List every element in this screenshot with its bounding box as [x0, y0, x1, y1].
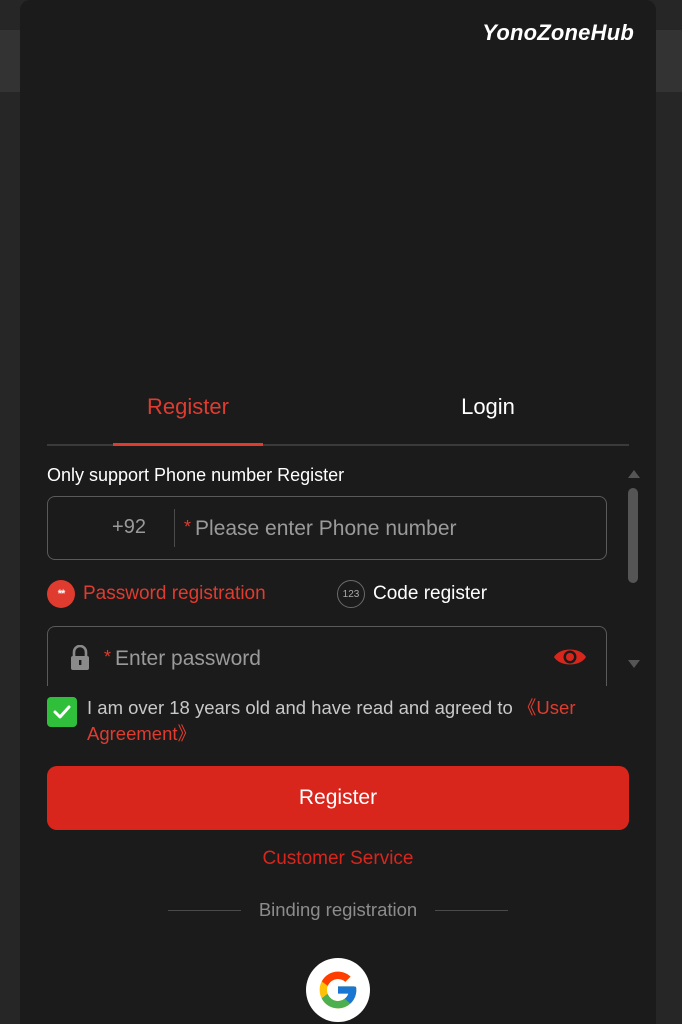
agreement-statement: I am over 18 years old and have read and…	[87, 697, 518, 718]
binding-registration-label: Binding registration	[258, 899, 418, 920]
required-mark: *	[104, 647, 112, 667]
eye-icon[interactable]	[552, 645, 588, 674]
password-registration-label: Password registration	[83, 583, 266, 604]
form-scrollbar[interactable]	[626, 470, 640, 670]
active-tab-indicator	[113, 443, 263, 446]
code-register-option[interactable]: 123 Code register	[337, 578, 487, 610]
country-code-selector[interactable]: +92	[48, 497, 174, 559]
google-icon	[319, 971, 357, 1009]
divider-line	[435, 909, 508, 911]
watermark: YonoZoneHub	[482, 20, 634, 45]
tab-login[interactable]: Login	[413, 380, 563, 444]
password-badge-icon: **	[47, 580, 75, 608]
required-mark: *	[184, 517, 192, 537]
registration-mode-row: ** Password registration 123 Code regist…	[47, 578, 607, 610]
agreement-checkbox[interactable]	[47, 697, 77, 727]
phone-input-wrap: *	[184, 497, 596, 559]
password-field: *	[47, 626, 607, 686]
field-divider	[174, 509, 175, 547]
phone-field: +92 *	[47, 496, 607, 560]
tab-register[interactable]: Register	[113, 380, 263, 444]
scroll-thumb[interactable]	[628, 488, 638, 583]
register-panel: YonoZoneHub Register Login Only support …	[20, 0, 656, 1024]
auth-tabs: Register Login	[47, 380, 629, 446]
password-input-wrap: *	[104, 627, 546, 686]
divider-line	[168, 909, 241, 911]
google-login-button[interactable]	[306, 958, 370, 1022]
register-button[interactable]: Register	[47, 766, 629, 830]
password-input[interactable]	[113, 646, 494, 672]
password-registration-option[interactable]: ** Password registration	[47, 578, 266, 610]
scroll-down-arrow-icon[interactable]	[628, 660, 640, 668]
lock-icon	[68, 644, 92, 676]
phone-input[interactable]	[193, 516, 574, 542]
check-icon	[53, 705, 71, 719]
code-badge-icon: 123	[337, 580, 365, 608]
binding-registration-divider: Binding registration	[168, 898, 508, 922]
customer-service-link[interactable]: Customer Service	[20, 848, 656, 870]
register-hint: Only support Phone number Register	[47, 465, 345, 485]
code-register-label: Code register	[373, 583, 488, 604]
agreement-text: I am over 18 years old and have read and…	[87, 695, 632, 747]
scroll-up-arrow-icon[interactable]	[628, 470, 640, 478]
